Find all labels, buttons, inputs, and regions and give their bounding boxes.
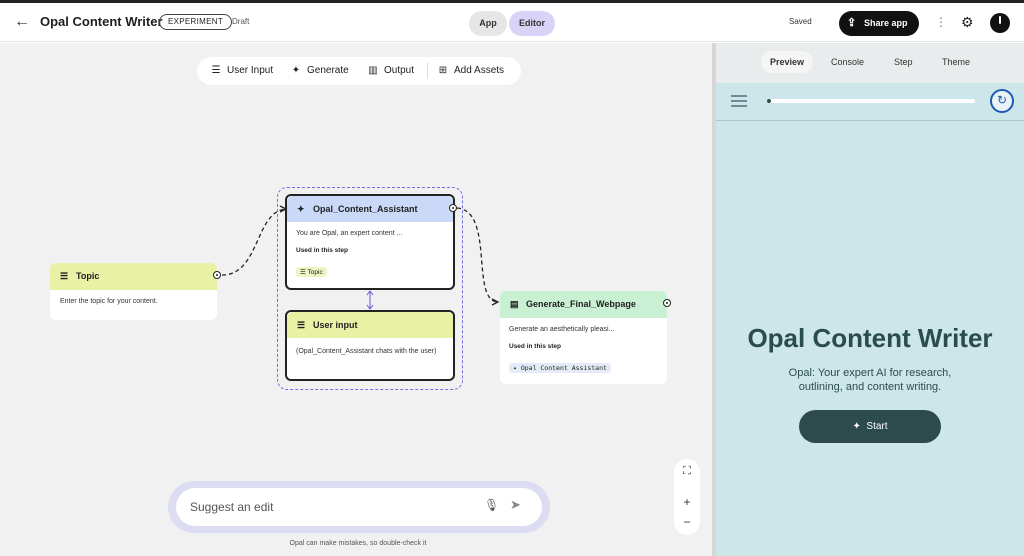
generate-webpage-node-text: Generate an aesthetically pleasi...: [509, 326, 615, 333]
disclaimer-text: Opal can make mistakes, so double-check …: [289, 540, 427, 547]
sparkle-icon: ✦: [291, 65, 301, 76]
assistant-node-body: You are Opal, an expert content ... Used…: [287, 222, 453, 279]
topic-chip[interactable]: ☰ Topic: [296, 267, 327, 277]
assistant-node-title: Opal_Content_Assistant: [313, 204, 418, 214]
restart-icon[interactable]: ↻: [990, 89, 1014, 113]
tab-step[interactable]: Step: [885, 51, 922, 73]
topic-node-title: Topic: [76, 271, 100, 281]
preview-progress-bar: [767, 99, 975, 103]
input-icon: ☰: [60, 271, 69, 281]
sparkle-icon: ✦: [852, 421, 861, 432]
topic-node[interactable]: ☰ Topic Enter the topic for your content.: [50, 263, 217, 320]
output-label: Output: [384, 65, 415, 76]
generate-used-label: Used in this step: [509, 343, 562, 350]
output-button[interactable]: ▥ Output: [367, 57, 414, 85]
assistant-node[interactable]: ✦ Opal_Content_Assistant You are Opal, an…: [285, 194, 455, 290]
sparkle-icon: ✦: [297, 204, 305, 214]
topic-output-port[interactable]: [213, 271, 221, 279]
user-input-node-body: (Opal_Content_Assistant chats with the u…: [296, 348, 437, 355]
generate-webpage-node-header: ▤ Generate_Final_Webpage: [500, 291, 667, 318]
gear-icon[interactable]: ⚙: [961, 13, 974, 31]
send-icon[interactable]: ➤: [510, 497, 521, 513]
toolbar-divider: [427, 63, 428, 79]
assistant-node-text: You are Opal, an expert content ...: [296, 230, 403, 237]
assistant-chip-row: ☰ Topic: [296, 261, 444, 279]
tab-editor[interactable]: Editor: [509, 11, 555, 36]
input-icon: ☰: [211, 65, 221, 76]
app-title: Opal Content Writer: [40, 14, 163, 29]
preview-app-title: Opal Content Writer: [747, 323, 993, 353]
generate-button[interactable]: ✦ Generate: [290, 57, 349, 85]
fit-screen-icon[interactable]: ⛶: [674, 465, 700, 478]
output-icon: ▥: [368, 65, 378, 76]
tab-app[interactable]: App: [469, 11, 507, 36]
output-icon: ▤: [510, 299, 519, 309]
input-icon: ☰: [297, 320, 306, 330]
mic-icon[interactable]: 🎙: [484, 498, 499, 512]
preview-header-divider: [716, 120, 1024, 121]
experiment-badge: EXPERIMENT: [159, 14, 233, 30]
assistant-chip-label: Opal Content Assistant: [520, 364, 607, 372]
start-label: Start: [866, 421, 888, 432]
topic-node-body: Enter the topic for your content.: [60, 298, 158, 305]
arrow-left-icon[interactable]: ←: [12, 12, 32, 32]
more-vertical-icon[interactable]: ⋮: [935, 13, 947, 31]
avatar[interactable]: [990, 13, 1010, 33]
user-input-node-title: User input: [313, 320, 358, 330]
add-box-icon: ⊞: [438, 65, 448, 76]
generate-webpage-node[interactable]: ▤ Generate_Final_Webpage Generate an aest…: [500, 291, 667, 384]
zoom-out-button[interactable]: −: [674, 515, 700, 529]
user-input-button[interactable]: ☰ User Input: [210, 57, 274, 85]
generate-output-port[interactable]: [663, 299, 671, 307]
preview-app-subtitle: Opal: Your expert AI for research, outli…: [788, 367, 952, 393]
tab-theme[interactable]: Theme: [933, 51, 979, 73]
user-input-label: User Input: [227, 65, 274, 76]
app-header: ← Opal Content Writer EXPERIMENT Draft A…: [0, 3, 1024, 42]
assistant-chip[interactable]: ✦ Opal Content Assistant: [509, 363, 611, 373]
suggest-edit-input[interactable]: [190, 497, 460, 517]
add-assets-label: Add Assets: [454, 65, 505, 76]
assistant-node-header: ✦ Opal_Content_Assistant: [287, 196, 453, 222]
tab-console[interactable]: Console: [822, 51, 873, 73]
generate-webpage-node-body: Generate an aesthetically pleasi... Used…: [500, 318, 667, 375]
generate-chip-row: ✦ Opal Content Assistant: [509, 357, 658, 375]
assistant-output-port[interactable]: [449, 204, 457, 212]
saved-status: Saved: [789, 17, 812, 26]
assistant-used-label: Used in this step: [296, 247, 349, 254]
tab-preview[interactable]: Preview: [761, 51, 814, 73]
app-preview: [716, 83, 1024, 556]
topic-node-header: ☰ Topic: [50, 263, 217, 290]
add-assets-button[interactable]: ⊞ Add Assets: [437, 57, 504, 85]
start-button[interactable]: ✦ Start: [799, 410, 941, 443]
generate-webpage-node-title: Generate_Final_Webpage: [526, 299, 636, 309]
draft-status: Draft: [232, 17, 250, 26]
share-app-button[interactable]: ⇪ Share app: [839, 11, 919, 36]
share-icon: ⇪: [847, 17, 857, 29]
generate-label: Generate: [307, 65, 349, 76]
user-input-node[interactable]: ☰ User input (Opal_Content_Assistant chat…: [285, 310, 455, 381]
zoom-in-button[interactable]: +: [674, 495, 700, 509]
user-input-node-header: ☰ User input: [287, 312, 453, 338]
share-app-label: Share app: [864, 18, 908, 28]
topic-chip-label: Topic: [307, 269, 323, 276]
preview-progress-fill: [767, 99, 771, 103]
menu-icon[interactable]: [731, 95, 747, 110]
zoom-controls: ⛶ + −: [674, 459, 700, 535]
